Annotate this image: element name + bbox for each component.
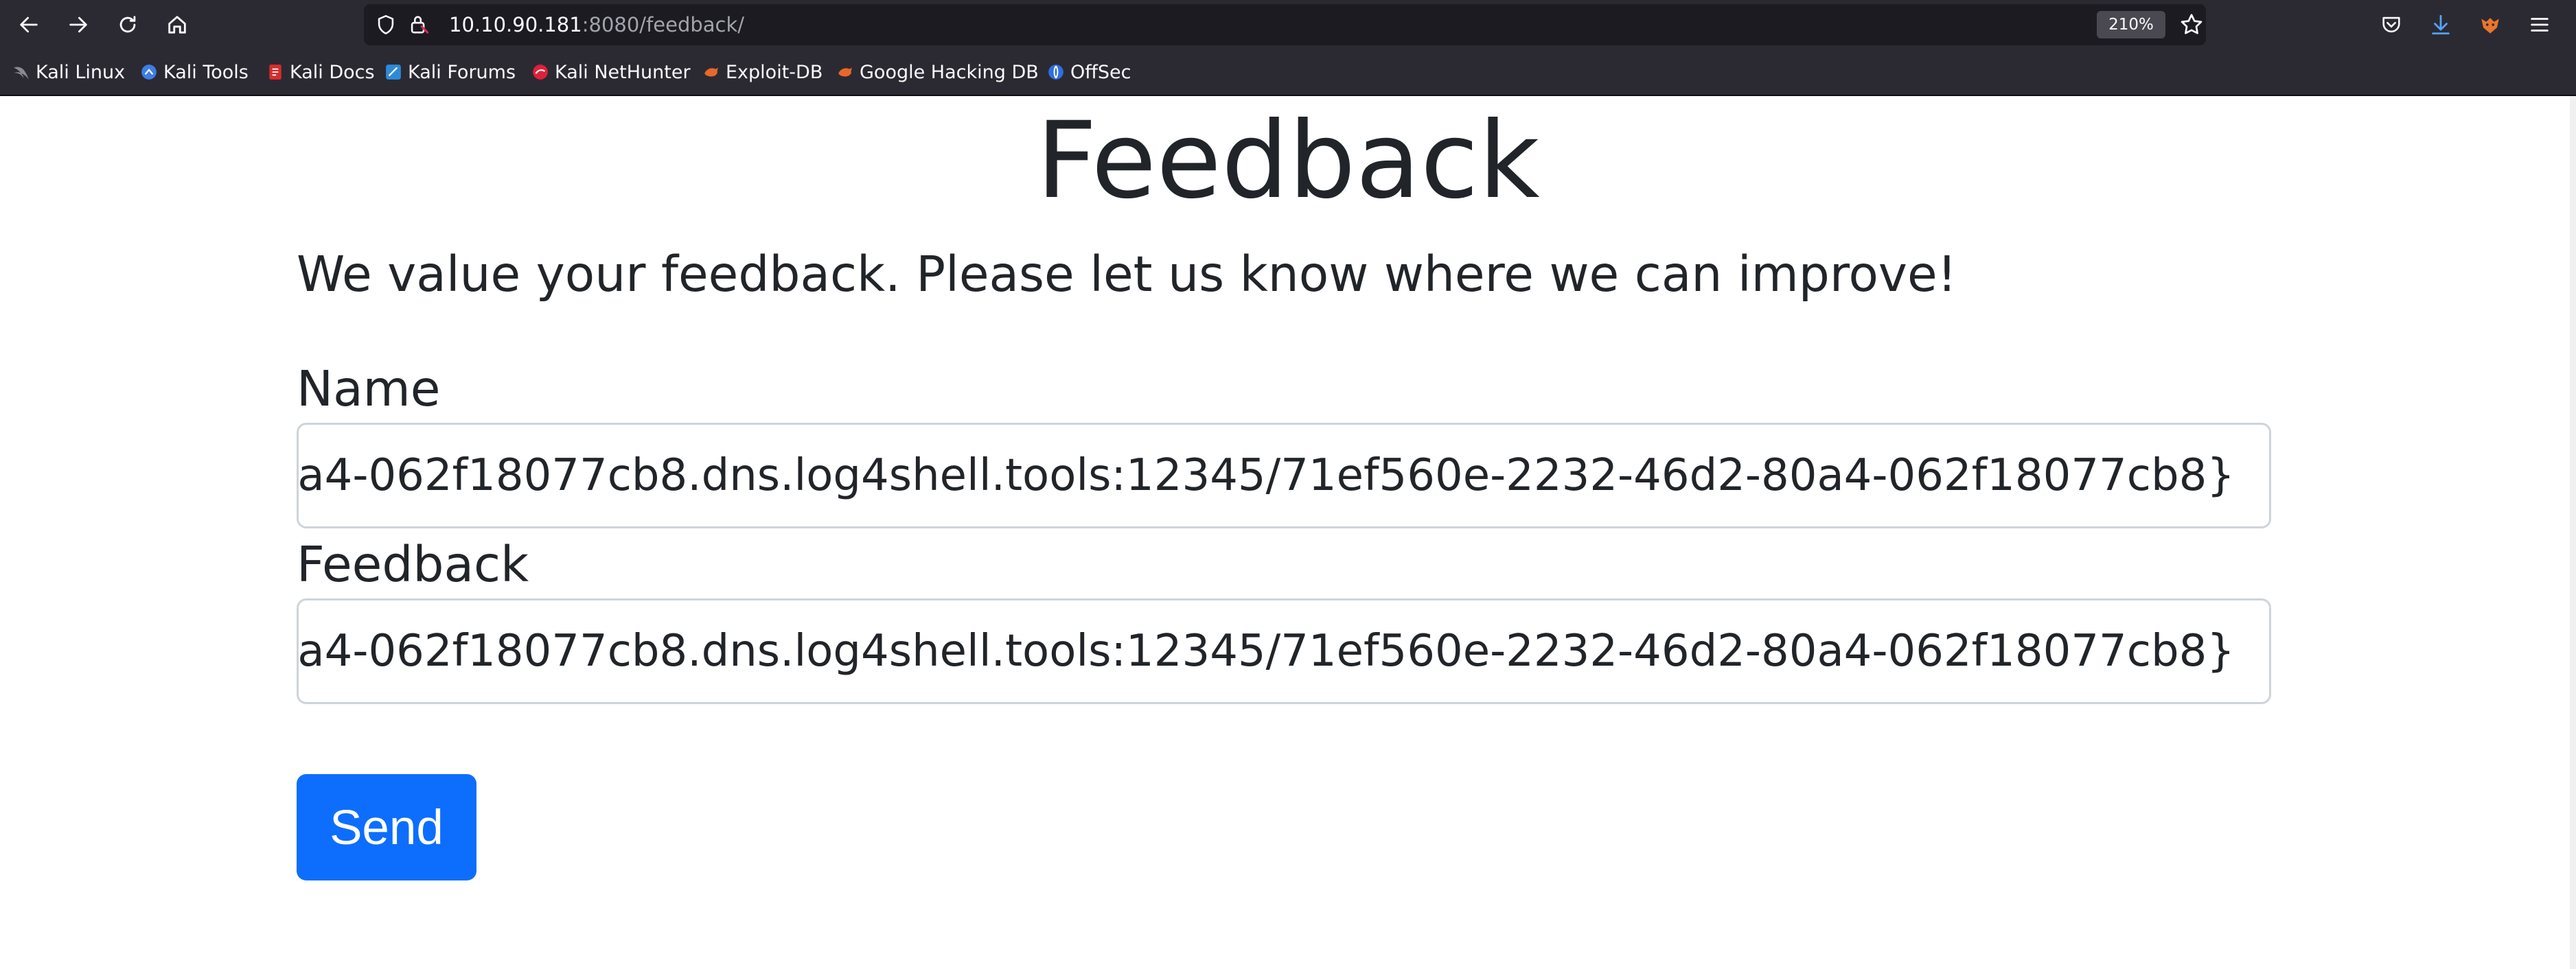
url-path: :8080/feedback/ xyxy=(582,13,745,36)
pocket-icon xyxy=(2382,16,2400,33)
bookmark-kali-tools[interactable]: Kali Tools xyxy=(140,49,249,95)
reload-icon xyxy=(119,16,136,33)
bookmark-label: Google Hacking DB xyxy=(860,61,1039,83)
name-input[interactable]: 2-80a4-062f18077cb8.dns.log4shell.tools:… xyxy=(297,423,2271,528)
page-scrollbar[interactable] xyxy=(2570,96,2576,969)
forward-button[interactable] xyxy=(60,7,96,43)
bookmark-label: Kali Tools xyxy=(163,61,249,83)
reload-button[interactable] xyxy=(110,7,146,43)
zoom-level-badge[interactable]: 210% xyxy=(2097,11,2165,38)
bookmark-kali-forums[interactable]: Kali Forums xyxy=(384,49,516,95)
kali-linux-icon xyxy=(14,67,29,80)
url-text[interactable]: 10.10.90.181:8080/feedback/ xyxy=(449,4,744,45)
bookmark-label: Kali Docs xyxy=(290,61,375,83)
pocket-button[interactable] xyxy=(2376,9,2407,40)
app-menu-button[interactable] xyxy=(2524,9,2555,40)
tracking-protection-shield-icon[interactable] xyxy=(374,13,398,36)
insecure-lock-icon[interactable] xyxy=(407,13,430,36)
hamburger-menu-icon xyxy=(2531,18,2549,32)
exploit-db-icon xyxy=(704,67,718,77)
bookmark-kali-docs[interactable]: Kali Docs xyxy=(266,49,375,95)
offsec-icon xyxy=(1048,65,1063,80)
google-hacking-db-icon xyxy=(838,67,852,77)
bookmark-exploit-db[interactable]: Exploit-DB xyxy=(702,49,823,95)
kali-nethunter-icon xyxy=(533,65,548,80)
bookmark-label: Kali NetHunter xyxy=(555,61,691,83)
kali-tools-icon xyxy=(141,65,157,80)
bookmark-kali-linux[interactable]: Kali Linux xyxy=(12,49,125,95)
bookmark-label: OffSec xyxy=(1070,61,1131,83)
downloads-button[interactable] xyxy=(2425,9,2457,40)
extension-button[interactable] xyxy=(2474,9,2506,40)
browser-toolbar: 10.10.90.181:8080/feedback/ 210% xyxy=(0,0,2576,49)
bookmark-star-icon[interactable] xyxy=(2178,12,2205,38)
bookmark-google-hacking-db[interactable]: Google Hacking DB xyxy=(836,49,1039,95)
kali-docs-icon xyxy=(269,65,281,80)
download-icon xyxy=(2432,14,2450,35)
bookmark-label: Kali Linux xyxy=(36,61,126,83)
feedback-label: Feedback xyxy=(297,536,529,593)
feedback-input-value: 2-80a4-062f18077cb8.dns.log4shell.tools:… xyxy=(297,626,2235,677)
name-input-value: 2-80a4-062f18077cb8.dns.log4shell.tools:… xyxy=(297,450,2235,501)
bookmark-label: Exploit-DB xyxy=(726,61,823,83)
lead-text: We value your feedback. Please let us kn… xyxy=(297,246,1957,303)
forward-arrow-icon xyxy=(69,16,87,33)
name-label: Name xyxy=(297,360,441,417)
kali-forums-icon xyxy=(386,65,401,80)
bookmarks-toolbar: Kali Linux Kali Tools Kali Docs Kali For… xyxy=(0,49,2576,96)
feedback-input[interactable]: 2-80a4-062f18077cb8.dns.log4shell.tools:… xyxy=(297,598,2271,704)
bookmark-offsec[interactable]: OffSec xyxy=(1047,49,1131,95)
url-bar[interactable]: 10.10.90.181:8080/feedback/ 210% xyxy=(364,4,2206,45)
page-title: Feedback xyxy=(1036,100,1540,222)
url-host: 10.10.90.181 xyxy=(449,13,582,36)
home-button[interactable] xyxy=(159,7,195,43)
bookmark-kali-nethunter[interactable]: Kali NetHunter xyxy=(531,49,691,95)
back-button[interactable] xyxy=(11,7,47,43)
bookmark-label: Kali Forums xyxy=(408,61,516,83)
send-button[interactable]: Send xyxy=(297,774,476,880)
foxyproxy-extension-icon xyxy=(2481,18,2499,34)
home-icon xyxy=(168,16,186,34)
back-arrow-icon xyxy=(20,16,38,33)
